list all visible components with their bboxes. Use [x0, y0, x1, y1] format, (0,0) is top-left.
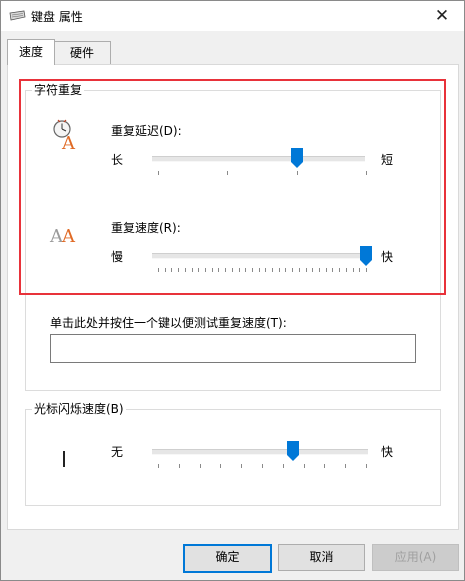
slider-tick [171, 268, 172, 272]
repeat-delay-max-label: 短 [381, 153, 394, 167]
repeat-delay-icon: A [53, 119, 76, 150]
tab-hardware[interactable]: 硬件 [53, 41, 111, 64]
dialog-window: 键盘 属性 ✕ 速度 硬件 字符重复 A 重复延迟(D): 长 短 A A 重复… [0, 0, 465, 581]
tab-speed-label: 速度 [18, 45, 43, 59]
cursor-blink-ticks [158, 464, 367, 468]
slider-tick [306, 268, 307, 272]
slider-tick [279, 268, 280, 272]
slider-tick [312, 268, 313, 272]
repeat-delay-ticks [158, 171, 367, 175]
slider-tick [158, 268, 159, 272]
tab-speed[interactable]: 速度 [7, 39, 55, 65]
repeat-rate-track [152, 253, 369, 259]
repeat-rate-icon: A A [49, 226, 76, 246]
keyboard-icon [9, 10, 26, 21]
repeat-delay-label: 重复延迟(D): [111, 124, 182, 138]
repeat-delay-thumb[interactable] [291, 148, 303, 168]
repeat-rate-label: 重复速度(R): [111, 221, 181, 235]
slider-tick [205, 268, 206, 272]
slider-tick [200, 464, 201, 468]
slider-tick [272, 268, 273, 272]
slider-tick [225, 268, 226, 272]
slider-tick [252, 268, 253, 272]
slider-tick [265, 268, 266, 272]
slider-tick [332, 268, 333, 272]
cancel-button[interactable]: 取消 [278, 544, 365, 571]
slider-tick [158, 171, 159, 175]
tab-hardware-label: 硬件 [69, 46, 94, 60]
repeat-rate-thumb[interactable] [360, 246, 372, 266]
character-repeat-group-label: 字符重复 [32, 83, 85, 97]
slider-tick [192, 268, 193, 272]
repeat-test-input[interactable] [50, 334, 416, 363]
slider-tick [212, 268, 213, 272]
slider-tick [283, 464, 284, 468]
slider-tick [345, 464, 346, 468]
svg-text:A: A [61, 133, 76, 150]
apply-button[interactable]: 应用(A) [372, 544, 459, 571]
cursor-blink-group: 光标闪烁速度(B) [25, 402, 441, 506]
slider-tick [232, 268, 233, 272]
slider-tick [366, 464, 367, 468]
slider-tick [158, 464, 159, 468]
slider-tick [304, 464, 305, 468]
close-icon: ✕ [434, 6, 450, 26]
repeat-rate-ticks [158, 268, 367, 272]
slider-tick [299, 268, 300, 272]
cursor-blink-track [152, 449, 368, 455]
slider-tick [292, 268, 293, 272]
repeat-rate-min-label: 慢 [111, 250, 124, 264]
slider-tick [179, 464, 180, 468]
slider-tick [326, 268, 327, 272]
svg-text:A: A [61, 226, 76, 246]
cursor-blink-max-label: 快 [381, 445, 394, 459]
slider-tick [262, 464, 263, 468]
cursor-blink-min-label: 无 [111, 445, 124, 459]
close-button[interactable]: ✕ [420, 1, 464, 31]
slider-tick [245, 268, 246, 272]
window-title: 键盘 属性 [31, 10, 83, 24]
repeat-delay-track [152, 156, 365, 162]
slider-tick [285, 268, 286, 272]
slider-tick [346, 268, 347, 272]
slider-tick [239, 268, 240, 272]
blinking-cursor-icon [63, 451, 65, 467]
slider-tick [297, 171, 298, 175]
slider-tick [165, 268, 166, 272]
slider-tick [353, 268, 354, 272]
slider-tick [218, 268, 219, 272]
repeat-delay-min-label: 长 [111, 153, 124, 167]
slider-tick [259, 268, 260, 272]
ok-button[interactable]: 确定 [183, 544, 272, 573]
title-bar: 键盘 属性 ✕ [1, 1, 464, 31]
slider-tick [185, 268, 186, 272]
slider-tick [241, 464, 242, 468]
slider-tick [339, 268, 340, 272]
slider-tick [366, 268, 367, 272]
cursor-blink-group-label: 光标闪烁速度(B) [32, 402, 126, 416]
test-area-label: 单击此处并按住一个键以便测试重复速度(T): [50, 316, 287, 330]
slider-tick [319, 268, 320, 272]
slider-tick [198, 268, 199, 272]
slider-tick [359, 268, 360, 272]
cursor-blink-thumb[interactable] [287, 441, 299, 461]
slider-tick [227, 171, 228, 175]
slider-tick [220, 464, 221, 468]
slider-tick [178, 268, 179, 272]
slider-tick [324, 464, 325, 468]
repeat-rate-max-label: 快 [381, 250, 394, 264]
slider-tick [366, 171, 367, 175]
